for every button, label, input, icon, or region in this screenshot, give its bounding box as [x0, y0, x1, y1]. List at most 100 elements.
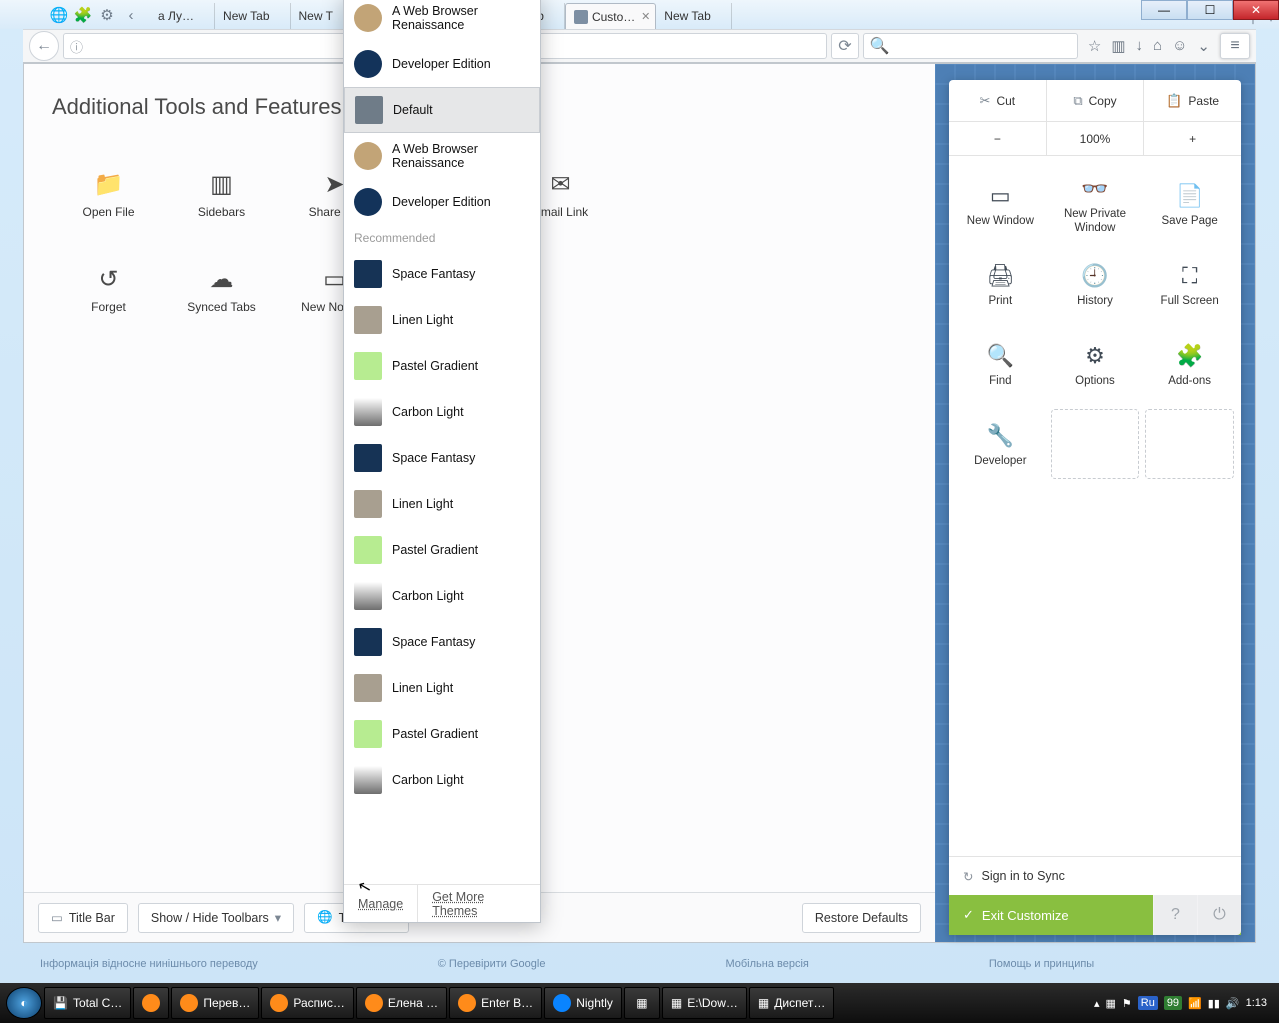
zoom-in-button[interactable]: +	[1144, 122, 1241, 155]
puzzle-icon[interactable]: 🧩	[72, 4, 94, 26]
theme-item[interactable]: Developer Edition	[344, 41, 540, 87]
theme-item[interactable]: Linen Light	[344, 297, 540, 343]
themes-manage-link[interactable]: Manage	[344, 885, 418, 922]
gear-icon[interactable]: ⚙	[96, 4, 118, 26]
tray-flag-icon[interactable]: ⚑	[1122, 997, 1132, 1010]
cut-button[interactable]: ✂Cut	[949, 80, 1047, 121]
taskbar-item[interactable]: Елена …	[356, 987, 447, 1019]
quit-button[interactable]: ⏻	[1197, 895, 1241, 935]
tab[interactable]: New Tab	[656, 3, 731, 29]
background-page-text: Інформація відносне нинішнього переводу©…	[30, 958, 1249, 976]
search-input[interactable]: 🔍	[863, 33, 1078, 59]
theme-item[interactable]: Developer Edition	[344, 179, 540, 225]
panel-item[interactable]: 🔧Developer	[953, 406, 1048, 486]
zoom-level[interactable]: 100%	[1047, 122, 1145, 155]
tray-wifi-icon[interactable]: ▮▮	[1208, 997, 1220, 1010]
bookmark-star-icon[interactable]: ☆	[1088, 37, 1101, 55]
tab[interactable]: Custo…✕	[565, 3, 656, 29]
taskbar-start[interactable]: ◐	[6, 987, 42, 1019]
tool-icon: 📁	[95, 173, 123, 197]
panel-item[interactable]: 🖨Print	[953, 246, 1048, 326]
panel-item[interactable]: 👓New Private Window	[1048, 166, 1143, 246]
panel-item[interactable]: ⛶Full Screen	[1142, 246, 1237, 326]
theme-item[interactable]: Linen Light	[344, 665, 540, 711]
theme-item[interactable]: Space Fantasy	[344, 251, 540, 297]
panel-item-icon: ⛶	[1182, 263, 1197, 289]
sign-in-sync[interactable]: ↻Sign in to Sync	[949, 857, 1241, 895]
tray-app-icon[interactable]: ▦	[1105, 997, 1115, 1010]
hamburger-menu-button[interactable]: ≡	[1220, 33, 1250, 59]
zoom-out-button[interactable]: −	[949, 122, 1047, 155]
taskbar-favicon	[180, 994, 198, 1012]
taskbar-favicon: ▦	[636, 996, 647, 1010]
panel-item[interactable]: 🔍Find	[953, 326, 1048, 406]
panel-item[interactable]: ▭New Window	[953, 166, 1048, 246]
back-button[interactable]: ←	[29, 31, 59, 61]
smiley-icon[interactable]: ☺	[1172, 37, 1187, 55]
tray-network-icon[interactable]: 📶	[1188, 997, 1202, 1010]
taskbar-item[interactable]: Распис…	[261, 987, 353, 1019]
exit-customize-button[interactable]: ✓Exit Customize	[949, 895, 1153, 935]
taskbar-item[interactable]: ▦Диспет…	[749, 987, 834, 1019]
panel-item[interactable]: 🕘History	[1048, 246, 1143, 326]
window-maximize-button[interactable]: ☐	[1187, 0, 1233, 20]
theme-item[interactable]: Carbon Light	[344, 389, 540, 435]
taskbar-item[interactable]: 💾Total C…	[44, 987, 131, 1019]
theme-item[interactable]: Space Fantasy	[344, 435, 540, 481]
theme-swatch	[354, 306, 382, 334]
tool-item[interactable]: ▥Sidebars	[165, 148, 278, 243]
theme-item[interactable]: Pastel Gradient	[344, 343, 540, 389]
tab[interactable]: а Лу…	[150, 3, 215, 29]
home-icon[interactable]: ⌂	[1153, 37, 1162, 55]
tool-icon: ✉	[547, 173, 575, 197]
theme-item[interactable]: Pastel Gradient	[344, 711, 540, 757]
tray-battery[interactable]: 99	[1164, 996, 1182, 1010]
toolbars-dropdown[interactable]: Show / Hide Toolbars▾	[138, 903, 294, 933]
themes-get-more-link[interactable]: Get More Themes	[418, 885, 540, 922]
taskbar-item[interactable]: Enter B…	[449, 987, 542, 1019]
tab-scroll-left-icon[interactable]: ‹	[120, 4, 142, 26]
theme-item[interactable]: A Web Browser Renaissance	[344, 0, 540, 41]
theme-item[interactable]: Space Fantasy	[344, 619, 540, 665]
reload-button[interactable]: ⟳	[831, 33, 859, 59]
panel-empty-slot[interactable]	[1145, 409, 1234, 479]
tray-volume-icon[interactable]: 🔊	[1226, 997, 1240, 1010]
taskbar-item[interactable]: ▦	[624, 987, 660, 1019]
theme-item[interactable]: Pastel Gradient	[344, 527, 540, 573]
theme-swatch	[355, 96, 383, 124]
tool-item[interactable]: 📁Open File	[52, 148, 165, 243]
paste-button[interactable]: 📋Paste	[1144, 80, 1241, 121]
theme-item[interactable]: A Web Browser Renaissance	[344, 133, 540, 179]
taskbar-item[interactable]: ▦E:\Dow…	[662, 987, 747, 1019]
panel-item[interactable]: 🧩Add-ons	[1142, 326, 1237, 406]
panel-item[interactable]: 📄Save Page	[1142, 166, 1237, 246]
downloads-icon[interactable]: ↓	[1136, 37, 1144, 55]
restore-defaults-button[interactable]: Restore Defaults	[802, 903, 921, 933]
theme-item[interactable]: Linen Light	[344, 481, 540, 527]
tool-item[interactable]: ☁Synced Tabs	[165, 243, 278, 338]
theme-swatch	[354, 352, 382, 380]
tab[interactable]: New Tab	[215, 3, 290, 29]
help-button[interactable]: ?	[1153, 895, 1197, 935]
panel-item[interactable]: ⚙Options	[1048, 326, 1143, 406]
theme-item[interactable]: Carbon Light	[344, 573, 540, 619]
tray-clock[interactable]: 1:13	[1246, 997, 1267, 1009]
taskbar-item[interactable]: Nightly	[544, 987, 622, 1019]
window-close-button[interactable]: ✕	[1233, 0, 1279, 20]
taskbar-item[interactable]: Перев…	[171, 987, 259, 1019]
tool-item[interactable]: ↺Forget	[52, 243, 165, 338]
theme-item[interactable]: Default	[344, 87, 540, 133]
taskbar-item[interactable]	[133, 987, 169, 1019]
copy-button[interactable]: ⧉Copy	[1047, 80, 1145, 121]
tab-close-icon[interactable]: ✕	[641, 10, 650, 23]
panel-empty-slot[interactable]	[1051, 409, 1140, 479]
library-icon[interactable]: ▥	[1111, 37, 1125, 55]
tray-lang[interactable]: Ru	[1138, 996, 1158, 1010]
pocket-icon[interactable]: ⌄	[1197, 37, 1210, 55]
window-minimize-button[interactable]: —	[1141, 0, 1187, 20]
tray-up-icon[interactable]: ▴	[1094, 997, 1100, 1010]
globe-icon[interactable]: 🌐	[48, 4, 70, 26]
theme-item[interactable]: Carbon Light	[344, 757, 540, 803]
theme-swatch	[354, 720, 382, 748]
title-bar-toggle[interactable]: ▭Title Bar	[38, 903, 128, 933]
